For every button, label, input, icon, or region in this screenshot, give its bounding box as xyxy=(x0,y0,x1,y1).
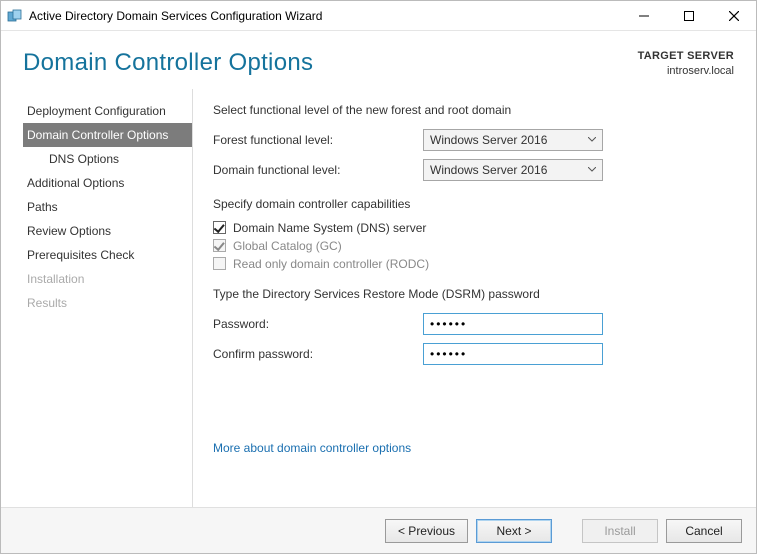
cancel-button[interactable]: Cancel xyxy=(666,519,742,543)
domain-functional-label: Domain functional level: xyxy=(213,163,423,177)
dsrm-section: Type the Directory Services Restore Mode… xyxy=(213,287,728,365)
header: Domain Controller Options TARGET SERVER … xyxy=(1,31,756,89)
chevron-down-icon xyxy=(588,167,596,172)
close-button[interactable] xyxy=(711,1,756,30)
checkbox-icon xyxy=(213,221,226,234)
dsrm-heading: Type the Directory Services Restore Mode… xyxy=(213,287,728,301)
nav-installation: Installation xyxy=(23,267,192,291)
functional-level-section: Select functional level of the new fores… xyxy=(213,103,728,181)
target-server-value: introserv.local xyxy=(638,64,734,79)
install-button: Install xyxy=(582,519,658,543)
target-server-label: TARGET SERVER xyxy=(638,49,734,64)
more-about-link[interactable]: More about domain controller options xyxy=(213,441,411,455)
footer: < Previous Next > Install Cancel xyxy=(1,507,756,553)
nav-paths[interactable]: Paths xyxy=(23,195,192,219)
checkbox-rodc: Read only domain controller (RODC) xyxy=(213,257,728,271)
nav-deployment-configuration[interactable]: Deployment Configuration xyxy=(23,99,192,123)
next-button[interactable]: Next > xyxy=(476,519,552,543)
forest-functional-select[interactable]: Windows Server 2016 xyxy=(423,129,603,151)
chevron-down-icon xyxy=(588,137,596,142)
confirm-password-label: Confirm password: xyxy=(213,347,423,361)
password-input[interactable] xyxy=(423,313,603,335)
content-pane: Select functional level of the new fores… xyxy=(193,89,756,507)
nav-review-options[interactable]: Review Options xyxy=(23,219,192,243)
page-title: Domain Controller Options xyxy=(23,49,638,77)
nav-domain-controller-options[interactable]: Domain Controller Options xyxy=(23,123,192,147)
capabilities-heading: Specify domain controller capabilities xyxy=(213,197,728,211)
nav-additional-options[interactable]: Additional Options xyxy=(23,171,192,195)
checkbox-rodc-label: Read only domain controller (RODC) xyxy=(233,257,429,271)
forest-functional-value: Windows Server 2016 xyxy=(430,133,547,147)
target-server-block: TARGET SERVER introserv.local xyxy=(638,49,734,79)
minimize-button[interactable] xyxy=(621,1,666,30)
password-label: Password: xyxy=(213,317,423,331)
wizard-window: Active Directory Domain Services Configu… xyxy=(0,0,757,554)
window-buttons xyxy=(621,1,756,30)
functional-level-heading: Select functional level of the new fores… xyxy=(213,103,728,117)
checkbox-dns[interactable]: Domain Name System (DNS) server xyxy=(213,221,728,235)
app-icon xyxy=(7,8,23,24)
domain-functional-value: Windows Server 2016 xyxy=(430,163,547,177)
checkbox-icon xyxy=(213,257,226,270)
nav-results: Results xyxy=(23,291,192,315)
previous-button[interactable]: < Previous xyxy=(385,519,468,543)
checkbox-gc: Global Catalog (GC) xyxy=(213,239,728,253)
confirm-password-input[interactable] xyxy=(423,343,603,365)
checkbox-dns-label: Domain Name System (DNS) server xyxy=(233,221,426,235)
window-title: Active Directory Domain Services Configu… xyxy=(29,9,621,23)
checkbox-icon xyxy=(213,239,226,252)
checkbox-gc-label: Global Catalog (GC) xyxy=(233,239,342,253)
forest-functional-label: Forest functional level: xyxy=(213,133,423,147)
nav-sidebar: Deployment Configuration Domain Controll… xyxy=(23,89,193,507)
nav-dns-options[interactable]: DNS Options xyxy=(23,147,192,171)
capabilities-section: Specify domain controller capabilities D… xyxy=(213,197,728,271)
domain-functional-select[interactable]: Windows Server 2016 xyxy=(423,159,603,181)
nav-prerequisites-check[interactable]: Prerequisites Check xyxy=(23,243,192,267)
titlebar: Active Directory Domain Services Configu… xyxy=(1,1,756,31)
body: Deployment Configuration Domain Controll… xyxy=(1,89,756,507)
maximize-button[interactable] xyxy=(666,1,711,30)
